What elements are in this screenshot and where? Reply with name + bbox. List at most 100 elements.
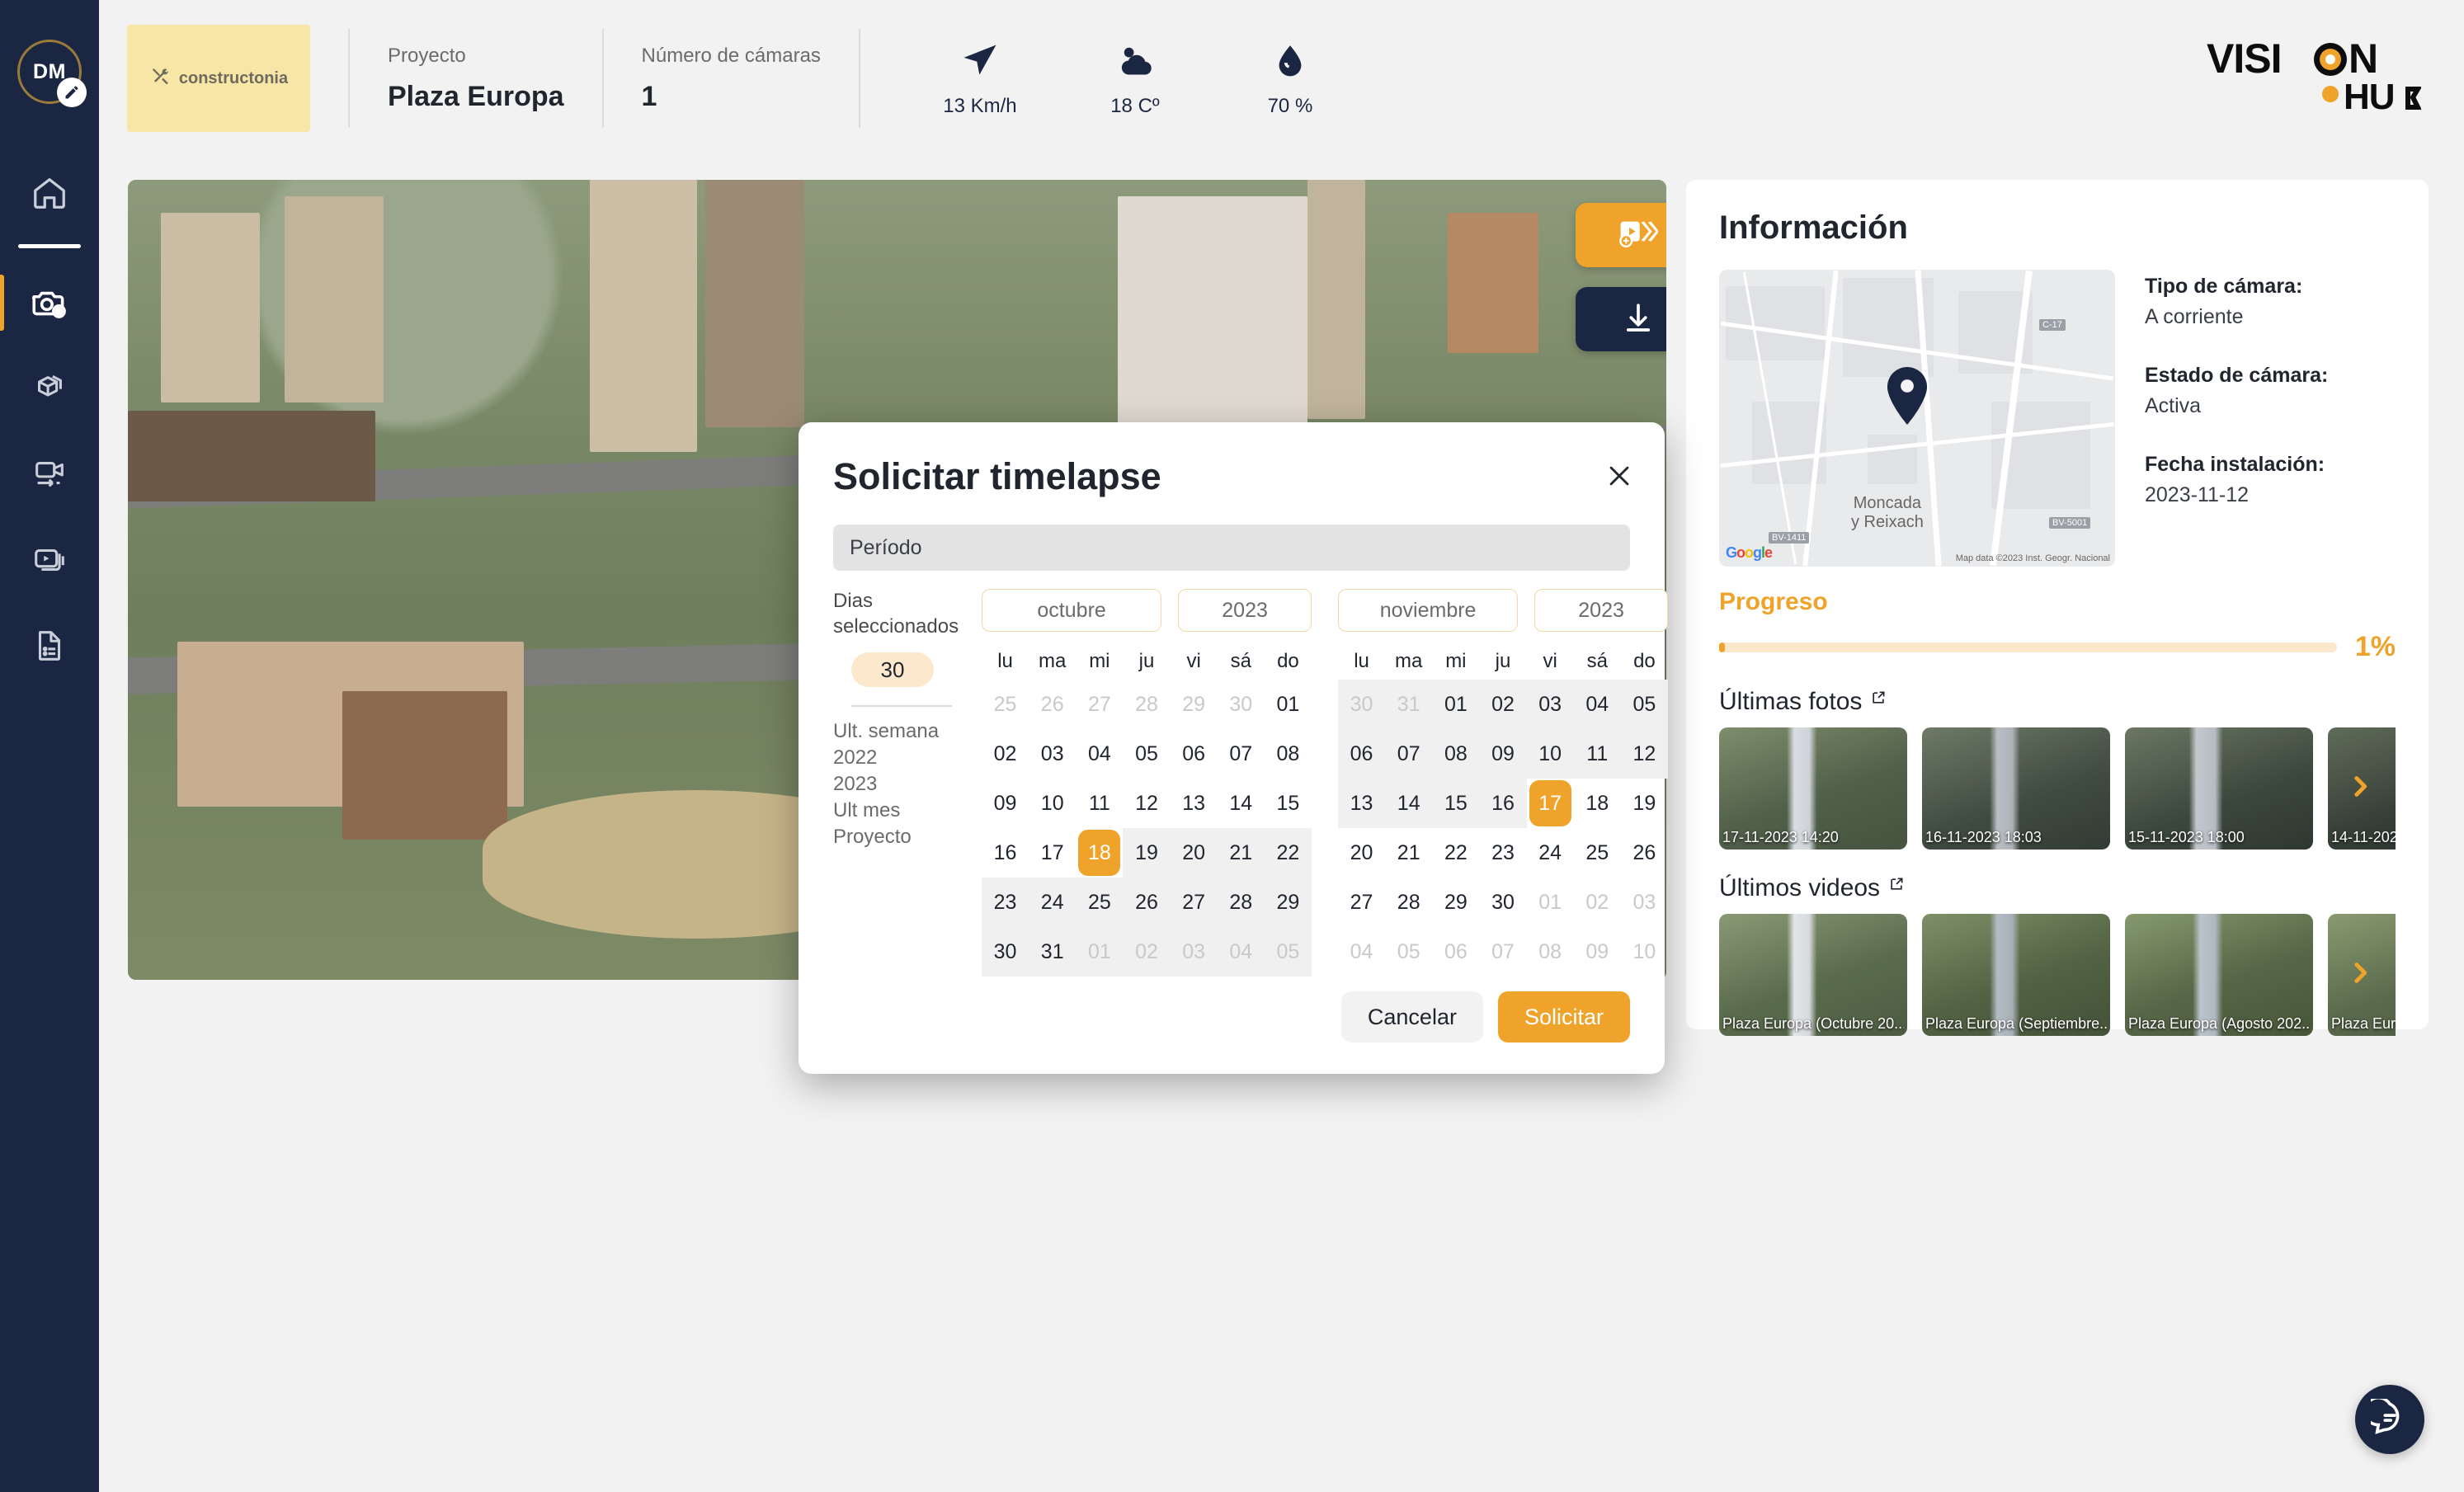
calendar-day[interactable]: 22	[1432, 828, 1479, 878]
calendar-day[interactable]: 20	[1338, 828, 1385, 878]
sidebar-item-home[interactable]	[0, 150, 99, 236]
calendar-day[interactable]: 26	[1029, 680, 1076, 729]
calendar-day[interactable]: 21	[1385, 828, 1432, 878]
calendar-day[interactable]: 17	[1029, 828, 1076, 878]
calendar-day[interactable]: 07	[1385, 729, 1433, 779]
calendar-day[interactable]: 22	[1264, 828, 1312, 878]
calendar-day[interactable]: 13	[1338, 779, 1386, 828]
calendar-day[interactable]: 18	[1574, 779, 1621, 828]
sidebar-item-cameras[interactable]	[0, 260, 99, 346]
calendar-day[interactable]: 23	[1479, 828, 1526, 878]
preset-2023[interactable]: 2023	[833, 771, 977, 798]
calendar-day[interactable]: 20	[1170, 828, 1218, 878]
preset-2022[interactable]: 2022	[833, 745, 977, 771]
calendar-day[interactable]: 25	[1076, 878, 1124, 927]
calendar-day[interactable]: 01	[1432, 680, 1480, 729]
video-thumb[interactable]: Plaza Europa (Agosto 202...	[2125, 914, 2313, 1036]
photos-next-icon[interactable]	[2346, 770, 2374, 807]
calendar-day[interactable]: 16	[982, 828, 1029, 878]
calendar-day[interactable]: 12	[1123, 779, 1170, 828]
calendar-day[interactable]: 31	[1385, 680, 1433, 729]
calendar-day[interactable]: 05	[1385, 927, 1432, 977]
calendar-day[interactable]: 12	[1620, 729, 1668, 779]
calendar-day[interactable]: 01	[1265, 680, 1312, 729]
avatar[interactable]: DM	[17, 40, 87, 107]
calendar-day[interactable]: 16	[1479, 779, 1527, 828]
sidebar-item-reports[interactable]	[0, 603, 99, 689]
sidebar-item-video-transfer[interactable]	[0, 431, 99, 517]
calendar-day[interactable]: 03	[1526, 680, 1574, 729]
chat-button[interactable]	[2355, 1385, 2424, 1454]
calendar-day[interactable]: 19	[1123, 828, 1171, 878]
video-thumb[interactable]: Plaza Europa (Octubre 20...	[1719, 914, 1907, 1036]
download-button[interactable]	[1576, 287, 1666, 351]
calendar-day[interactable]: 11	[1573, 729, 1621, 779]
close-icon[interactable]	[1605, 462, 1633, 494]
calendar-day[interactable]: 03	[1170, 927, 1218, 977]
calendar-day[interactable]: 05	[1123, 729, 1170, 779]
period-select[interactable]: Período	[833, 525, 1630, 571]
calendar-day[interactable]: 15	[1265, 779, 1312, 828]
request-timelapse-button[interactable]	[1576, 203, 1666, 267]
cancel-button[interactable]: Cancelar	[1340, 991, 1483, 1043]
month-select[interactable]: noviembre	[1338, 589, 1519, 632]
calendar-day[interactable]: 18	[1076, 828, 1123, 878]
calendar-day[interactable]: 30	[982, 927, 1029, 977]
calendar-day[interactable]: 30	[1218, 680, 1265, 729]
calendar-day[interactable]: 05	[1264, 927, 1312, 977]
calendar-day[interactable]: 29	[1264, 878, 1312, 927]
year-select[interactable]: 2023	[1534, 589, 1668, 632]
sidebar-item-videos[interactable]	[0, 517, 99, 603]
photo-thumb[interactable]: 17-11-2023 14:20	[1719, 727, 1907, 850]
calendar-day[interactable]: 30	[1479, 878, 1526, 927]
calendar-day[interactable]: 13	[1171, 779, 1218, 828]
calendar-day[interactable]: 25	[1574, 828, 1621, 878]
calendar-day[interactable]: 26	[1621, 828, 1668, 878]
month-select[interactable]: octubre	[982, 589, 1162, 632]
calendar-day[interactable]: 04	[1217, 927, 1265, 977]
year-select[interactable]: 2023	[1178, 589, 1312, 632]
calendar-day[interactable]: 28	[1123, 680, 1170, 729]
calendar-day[interactable]: 11	[1076, 779, 1123, 828]
calendar-day[interactable]: 03	[1029, 729, 1076, 779]
photo-thumb[interactable]: 15-11-2023 18:00	[2125, 727, 2313, 850]
calendar-day[interactable]: 24	[1527, 828, 1574, 878]
preset-last-month[interactable]: Ult mes	[833, 798, 977, 824]
photos-strip[interactable]: 17-11-2023 14:20 16-11-2023 18:03 15-11-…	[1719, 727, 2396, 850]
calendar-day[interactable]: 28	[1385, 878, 1432, 927]
calendar-day[interactable]: 02	[1123, 927, 1171, 977]
calendar-day[interactable]: 24	[1029, 878, 1077, 927]
calendar-day[interactable]: 01	[1076, 927, 1124, 977]
calendar-day[interactable]: 31	[1029, 927, 1077, 977]
calendar-day[interactable]: 05	[1620, 680, 1668, 729]
calendar-day[interactable]: 04	[1573, 680, 1621, 729]
calendar-day[interactable]: 07	[1479, 927, 1526, 977]
calendar-day[interactable]: 08	[1265, 729, 1312, 779]
calendar-day[interactable]: 29	[1432, 878, 1479, 927]
calendar-day[interactable]: 15	[1432, 779, 1480, 828]
calendar-day[interactable]: 28	[1217, 878, 1265, 927]
calendar-day[interactable]: 25	[982, 680, 1029, 729]
calendar-day[interactable]: 14	[1218, 779, 1265, 828]
videos-strip[interactable]: Plaza Europa (Octubre 20... Plaza Europa…	[1719, 914, 2396, 1036]
location-map[interactable]: C-17 BV-5001 BV-1411 Moncada y Reixach Go…	[1719, 270, 2115, 567]
calendar-day[interactable]: 10	[1526, 729, 1574, 779]
calendar-day[interactable]: 27	[1076, 680, 1123, 729]
calendar-day[interactable]: 02	[1479, 680, 1527, 729]
pencil-icon[interactable]	[57, 78, 87, 107]
calendar-day[interactable]: 06	[1171, 729, 1218, 779]
preset-project[interactable]: Proyecto	[833, 824, 977, 850]
calendar-day[interactable]: 21	[1217, 828, 1265, 878]
calendar-day[interactable]: 27	[1170, 878, 1218, 927]
calendar-day[interactable]: 27	[1338, 878, 1385, 927]
calendar-day[interactable]: 08	[1527, 927, 1574, 977]
submit-button[interactable]: Solicitar	[1497, 991, 1630, 1043]
calendar-day[interactable]: 17	[1527, 779, 1574, 828]
calendar-day[interactable]: 07	[1218, 729, 1265, 779]
calendar-day[interactable]: 09	[1479, 729, 1527, 779]
video-thumb[interactable]: Plaza Europa (Septiembre...	[1922, 914, 2110, 1036]
calendar-day[interactable]: 02	[982, 729, 1029, 779]
preset-last-week[interactable]: Ult. semana	[833, 718, 977, 745]
calendar-day[interactable]: 10	[1029, 779, 1076, 828]
calendar-day[interactable]: 30	[1338, 680, 1386, 729]
